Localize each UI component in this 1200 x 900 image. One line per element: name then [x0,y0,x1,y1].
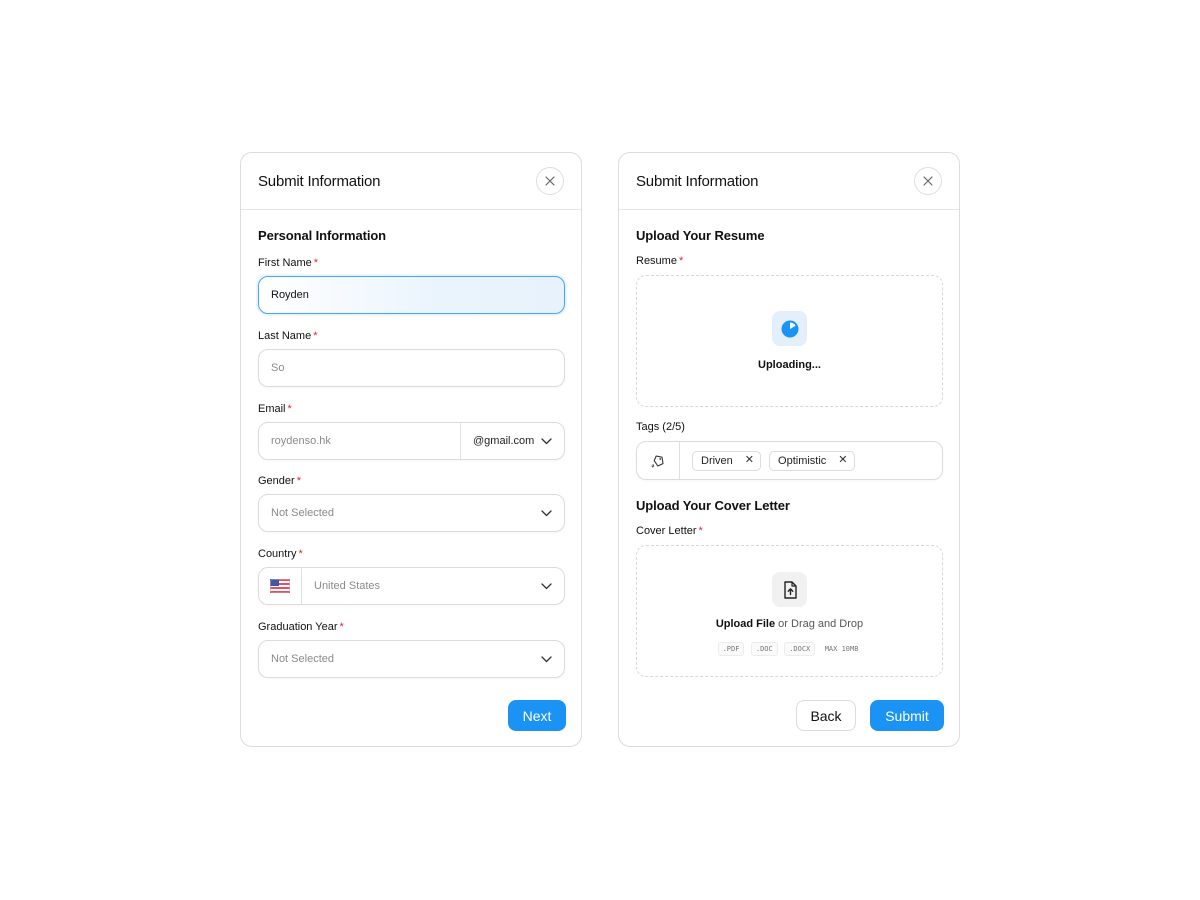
last-name-label: Last Name * [258,330,317,342]
next-button[interactable]: Next [508,700,566,731]
tag-label: Optimistic [778,454,827,467]
upload-icon-box [772,572,807,607]
section-title-cover: Upload Your Cover Letter [636,498,790,513]
resume-label-text: Resume [636,255,677,267]
required-mark: * [298,548,303,560]
format-docx: .DOCX [784,642,816,656]
card-header: Submit Information [619,153,959,210]
chevron-down-icon [540,655,552,662]
last-name-placeholder: So [271,362,285,374]
chevron-down-icon [540,509,552,516]
required-mark: * [698,525,703,537]
email-domain-value: @gmail.com [473,435,535,447]
graduation-year-label-text: Graduation Year [258,621,338,633]
first-name-value: Royden [271,289,309,301]
tag-icon [651,454,664,467]
email-field[interactable]: roydenso.hk @gmail.com [258,422,565,460]
tag-label: Driven [701,454,733,467]
required-mark: * [287,403,292,415]
country-label-text: Country [258,548,297,560]
last-name-label-text: Last Name [258,330,312,342]
required-mark: * [339,621,344,633]
first-name-input[interactable]: Royden [258,276,565,314]
card-title: Submit Information [636,172,759,190]
close-icon [923,176,933,186]
close-button[interactable] [536,167,564,195]
tag-remove-icon[interactable]: ✕ [838,455,847,466]
card-header: Submit Information [241,153,581,210]
first-name-label-text: First Name [258,257,312,269]
graduation-year-select[interactable]: Not Selected [258,640,565,678]
required-mark: * [296,475,301,487]
tag-icon-box [637,442,680,479]
email-label-text: Email [258,403,286,415]
gender-value: Not Selected [271,507,334,519]
format-doc: .DOC [750,642,778,656]
close-icon [545,176,555,186]
submit-button[interactable]: Submit [870,700,944,731]
uploading-icon-box [772,311,807,346]
gender-select[interactable]: Not Selected [258,494,565,532]
upload-file-link[interactable]: Upload File [716,618,775,630]
file-upload-icon [783,580,797,599]
gender-label: Gender * [258,475,301,487]
country-select[interactable]: United States [258,567,565,605]
email-domain-select[interactable]: @gmail.com [460,423,564,459]
section-title-personal: Personal Information [258,228,387,243]
tag-remove-icon[interactable]: ✕ [745,455,754,466]
resume-label: Resume * [636,255,683,267]
back-button[interactable]: Back [796,700,856,731]
tags-label: Tags (2/5) [636,421,685,433]
flag-box [259,568,302,604]
personal-info-card: Submit Information Personal Information … [240,152,582,747]
file-format-hints: .PDF .DOC .DOCX MAX 10MB [637,638,942,656]
graduation-year-value: Not Selected [271,653,334,665]
close-button[interactable] [914,167,942,195]
required-mark: * [678,255,684,267]
us-flag-icon [270,579,290,593]
cover-letter-label: Cover Letter * [636,525,703,537]
email-label: Email * [258,403,292,415]
required-mark: * [313,257,319,269]
chevron-down-icon [540,582,552,589]
cover-letter-dropzone[interactable]: Upload File or Drag and Drop .PDF .DOC .… [636,545,943,677]
format-pdf: .PDF [717,642,745,656]
tag-chip: Driven ✕ [692,450,762,471]
cover-letter-label-text: Cover Letter [636,525,697,537]
chevron-down-icon [541,437,552,444]
required-mark: * [313,330,318,342]
country-label: Country * [258,548,303,560]
first-name-label: First Name * [258,257,318,269]
documents-card: Submit Information Upload Your Resume Re… [618,152,960,747]
card-title: Submit Information [258,172,381,190]
email-placeholder: roydenso.hk [271,435,331,447]
drag-drop-text: or Drag and Drop [775,618,864,630]
graduation-year-label: Graduation Year * [258,621,344,633]
section-title-resume: Upload Your Resume [636,228,765,243]
progress-pie-icon [781,320,798,337]
gender-label-text: Gender [258,475,295,487]
max-size: MAX 10MB [824,645,859,653]
last-name-input[interactable]: So [258,349,565,387]
tags-input[interactable]: Driven ✕ Optimistic ✕ [636,441,943,480]
resume-dropzone[interactable]: Uploading... [636,275,943,407]
tag-chip: Optimistic ✕ [769,450,855,471]
uploading-text: Uploading... [758,359,821,371]
country-value: United States [314,580,381,592]
upload-instructions: Upload File or Drag and Drop [637,618,942,630]
